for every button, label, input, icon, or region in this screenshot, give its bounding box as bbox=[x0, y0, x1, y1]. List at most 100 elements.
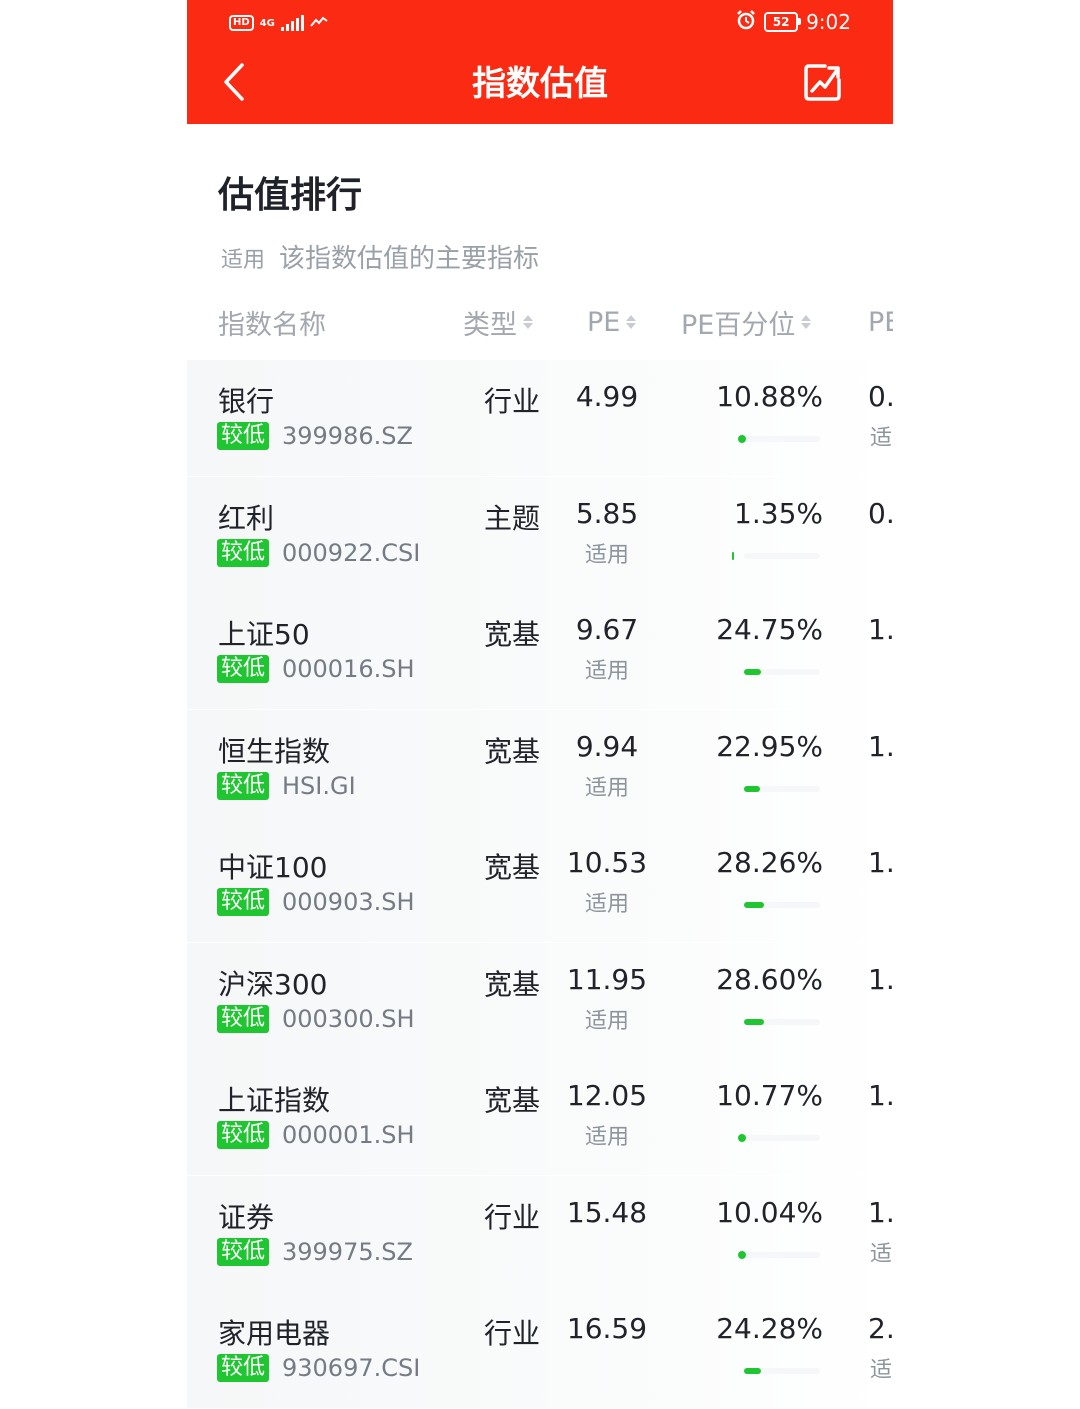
subtitle-tag: 适用 bbox=[221, 248, 266, 273]
pe-percentile-bar-fill bbox=[744, 785, 760, 792]
table-row[interactable]: 家用电器 较低 930697.CSI 行业 16.59 24.28% 2. 适 bbox=[187, 1292, 893, 1408]
index-name: 上证指数 bbox=[218, 1084, 331, 1117]
pb-value: 2. bbox=[868, 1312, 893, 1345]
table-row[interactable]: 上证50 较低 000016.SH 宽基 9.67 适用 24.75% 1. bbox=[187, 593, 893, 709]
table-row[interactable]: 红利 较低 000922.CSI 主题 5.85 适用 1.35% 0. bbox=[187, 476, 893, 593]
valuation-badge: 较低 bbox=[217, 1004, 270, 1033]
index-type: 宽基 bbox=[484, 1084, 541, 1117]
pe-percentile-bar bbox=[738, 435, 820, 443]
pe-value: 11.95 bbox=[566, 962, 648, 996]
pe-applicable-label: 适用 bbox=[584, 659, 629, 684]
pe-percentile-bar bbox=[744, 902, 820, 908]
pb-applicable-label: 适 bbox=[870, 426, 893, 451]
pe-percentile-value: 22.95% bbox=[716, 729, 823, 763]
sort-icon bbox=[523, 315, 533, 329]
status-bar-left: HD 4G bbox=[229, 10, 328, 36]
pb-applicable-label: 适 bbox=[870, 1358, 893, 1383]
index-type: 宽基 bbox=[484, 618, 541, 651]
pb-value: 1. bbox=[868, 613, 893, 646]
pe-percentile-bar bbox=[744, 669, 820, 675]
pe-value: 9.67 bbox=[575, 613, 639, 646]
index-type: 行业 bbox=[484, 385, 541, 418]
section-subtitle: 适用 该指数估值的主要指标 bbox=[221, 238, 539, 275]
wifi-icon bbox=[310, 15, 328, 31]
valuation-badge: 较低 bbox=[217, 655, 270, 683]
index-type: 宽基 bbox=[484, 734, 541, 768]
pe-percentile-bar bbox=[738, 1134, 820, 1142]
hd-icon: HD bbox=[229, 15, 254, 31]
pe-percentile-bar bbox=[744, 785, 820, 792]
index-code: HSI.GI bbox=[282, 771, 356, 800]
column-header-pb[interactable]: PE bbox=[868, 302, 893, 342]
index-name: 沪深300 bbox=[218, 967, 328, 1001]
pe-percentile-bar bbox=[744, 1018, 820, 1025]
valuation-badge: 较低 bbox=[217, 1237, 270, 1266]
column-header-name: 指数名称 bbox=[218, 302, 326, 342]
pb-value: 0. bbox=[868, 496, 893, 530]
alarm-icon bbox=[736, 9, 756, 35]
index-code: 000001.SH bbox=[282, 1121, 415, 1149]
pe-percentile-bar-fill bbox=[738, 1250, 746, 1259]
pb-value: 1. bbox=[868, 962, 893, 996]
pe-percentile-value: 10.04% bbox=[716, 1195, 823, 1229]
pe-value: 10.53 bbox=[566, 846, 648, 879]
index-code: 000903.SH bbox=[282, 888, 415, 916]
valuation-badge: 较低 bbox=[217, 538, 270, 567]
column-header-type[interactable]: 类型 bbox=[463, 302, 533, 342]
pe-percentile-value: 28.26% bbox=[716, 846, 823, 879]
pb-value: 1. bbox=[868, 1079, 893, 1112]
pe-percentile-bar-fill bbox=[732, 551, 734, 560]
section-title: 估值排行 bbox=[218, 175, 363, 216]
index-code: 399975.SZ bbox=[282, 1237, 413, 1266]
pe-percentile-bar bbox=[738, 1250, 820, 1259]
valuation-badge: 较低 bbox=[217, 422, 270, 450]
pe-percentile-bar-fill bbox=[738, 1134, 746, 1142]
pe-percentile-value: 28.60% bbox=[716, 962, 823, 996]
index-type: 宽基 bbox=[484, 967, 541, 1001]
share-button[interactable] bbox=[801, 62, 845, 106]
table-row[interactable]: 中证100 较低 000903.SH 宽基 10.53 适用 28.26% 1. bbox=[187, 826, 893, 942]
pe-value: 4.99 bbox=[575, 380, 639, 413]
pe-value: 12.05 bbox=[566, 1079, 648, 1112]
pe-percentile-value: 1.35% bbox=[734, 496, 823, 530]
pe-applicable-label: 适用 bbox=[584, 542, 629, 568]
index-code: 399986.SZ bbox=[282, 422, 413, 450]
pe-percentile-bar bbox=[732, 551, 820, 560]
column-header-name-label: 指数名称 bbox=[218, 309, 326, 341]
pe-value: 9.94 bbox=[575, 729, 639, 763]
valuation-badge: 较低 bbox=[217, 771, 270, 800]
index-name: 恒生指数 bbox=[218, 734, 331, 768]
page-title: 指数估值 bbox=[472, 64, 608, 104]
status-bar-right: 52 9:02 bbox=[736, 8, 851, 36]
index-type: 主题 bbox=[484, 501, 541, 535]
pe-percentile-bar-fill bbox=[738, 435, 746, 443]
table-row[interactable]: 恒生指数 较低 HSI.GI 宽基 9.94 适用 22.95% 1. bbox=[187, 709, 893, 826]
column-header-pe-percentile-label: PE百分位 bbox=[681, 309, 796, 341]
table-row[interactable]: 银行 较低 399986.SZ 行业 4.99 10.88% 0. 适 bbox=[187, 360, 893, 476]
column-header-pe-percentile[interactable]: PE百分位 bbox=[681, 302, 812, 342]
signal-icon bbox=[280, 15, 304, 31]
pe-applicable-label: 适用 bbox=[584, 1008, 629, 1034]
pe-applicable-label: 适用 bbox=[584, 892, 629, 917]
sort-icon bbox=[801, 315, 812, 329]
column-header-pb-label: PE bbox=[868, 306, 893, 338]
pb-value: 0. bbox=[868, 380, 893, 413]
status-time: 9:02 bbox=[806, 10, 851, 34]
app-header: HD 4G 52 9:02 指数估值 bbox=[187, 0, 893, 124]
index-name: 家用电器 bbox=[218, 1317, 331, 1350]
index-name: 中证100 bbox=[218, 851, 328, 884]
pe-percentile-bar-fill bbox=[744, 669, 761, 675]
pe-percentile-value: 24.28% bbox=[716, 1312, 823, 1345]
column-header-pe[interactable]: PE bbox=[587, 302, 637, 342]
pe-percentile-bar bbox=[744, 1368, 820, 1374]
table-row[interactable]: 上证指数 较低 000001.SH 宽基 12.05 适用 10.77% 1. bbox=[187, 1059, 893, 1175]
index-name: 证券 bbox=[218, 1200, 275, 1234]
table-row[interactable]: 沪深300 较低 000300.SH 宽基 11.95 适用 28.60% 1. bbox=[187, 942, 893, 1059]
phone-screen: HD 4G 52 9:02 指数估值 估值排行 适用 该指数估值的主要指标 指数… bbox=[187, 0, 893, 1409]
index-name: 上证50 bbox=[218, 618, 310, 651]
column-header-type-label: 类型 bbox=[463, 309, 517, 341]
valuation-badge: 较低 bbox=[217, 1354, 270, 1382]
table-row[interactable]: 证券 较低 399975.SZ 行业 15.48 10.04% 1. 适 bbox=[187, 1175, 893, 1292]
network-label: 4G bbox=[259, 17, 275, 29]
index-code: 000300.SH bbox=[282, 1004, 415, 1033]
